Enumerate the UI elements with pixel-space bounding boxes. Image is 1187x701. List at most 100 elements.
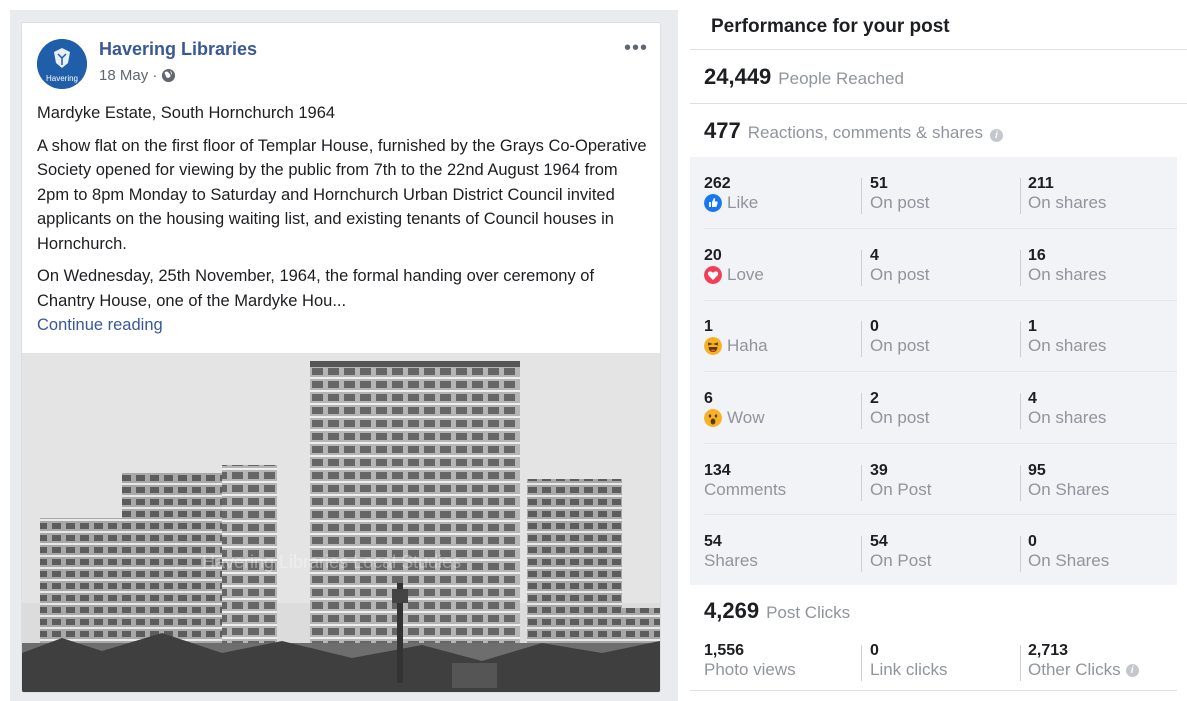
comments-on-post: 39 On Post — [870, 462, 931, 500]
divider — [861, 393, 862, 429]
divider — [690, 690, 1177, 691]
divider — [861, 536, 862, 572]
post-card: Havering Havering Libraries 18 May · •••… — [21, 22, 661, 693]
wow-label-row: Wow — [704, 408, 764, 428]
shares-on-shares-value: 0 — [1028, 533, 1037, 550]
post-clicks-summary: 4,269 Post Clicks — [704, 598, 850, 624]
love-on-shares-label: On shares — [1028, 265, 1107, 284]
like-count: 262 — [704, 175, 731, 192]
love-on-shares-value: 16 — [1028, 247, 1046, 264]
info-icon[interactable]: i — [989, 129, 1003, 142]
post-clicks-label: Post Clicks — [766, 603, 851, 622]
row-divider — [704, 443, 1177, 444]
like-icon — [704, 194, 722, 212]
love-label: Love — [727, 265, 764, 284]
photo-views-value: 1,556 — [704, 642, 745, 659]
haha-label: Haha — [727, 336, 768, 355]
globe-icon[interactable] — [161, 68, 176, 83]
info-icon[interactable]: i — [1125, 663, 1139, 677]
photo-watermark: Havering Libraries Local Studies — [202, 552, 461, 572]
love-on-shares: 16 On shares — [1028, 247, 1106, 285]
haha-on-shares: 1 On shares — [1028, 318, 1106, 356]
like-on-shares-label: On shares — [1028, 193, 1107, 212]
shares-on-post-value: 54 — [870, 533, 888, 550]
divider — [1020, 321, 1021, 357]
shares-count: 54 — [704, 533, 722, 550]
comments-on-shares-label: On Shares — [1028, 480, 1110, 499]
wow-on-shares-value: 4 — [1028, 390, 1037, 407]
avatar-text: Havering — [46, 74, 78, 83]
post-photo[interactable]: Havering Libraries Local Studies — [22, 353, 660, 692]
haha-icon — [704, 337, 722, 355]
havering-logo-icon: Havering — [37, 39, 87, 89]
love-icon — [704, 266, 722, 284]
divider — [1020, 393, 1021, 429]
other-clicks-value: 2,713 — [1028, 642, 1069, 659]
comments-on-post-label: On Post — [870, 480, 932, 499]
photo-views: 1,556 Photo views — [704, 642, 796, 680]
shares-on-shares: 0 On Shares — [1028, 533, 1109, 571]
people-reached: 24,449 People Reached — [704, 64, 904, 90]
divider — [690, 103, 1187, 104]
comments-count: 134 — [704, 462, 731, 479]
like-on-post-value: 51 — [870, 175, 888, 192]
haha-on-shares-value: 1 — [1028, 318, 1037, 335]
shares-label: Shares — [704, 551, 758, 570]
comments-on-shares-value: 95 — [1028, 462, 1046, 479]
reaction-total-haha: 1 Haha — [704, 318, 768, 356]
post-date[interactable]: 18 May · — [99, 67, 157, 84]
post-paragraph-2: On Wednesday, 25th November, 1964, the f… — [37, 264, 647, 313]
post-paragraph-2-text: On Wednesday, 25th November, 1964, the f… — [37, 267, 595, 310]
more-options-button[interactable]: ••• — [624, 37, 648, 60]
link-clicks-label: Link clicks — [870, 660, 948, 679]
performance-title: Performance for your post — [711, 16, 950, 37]
like-label: Like — [727, 193, 759, 212]
other-clicks: 2,713 Other Clicks i — [1028, 642, 1139, 680]
page-name-link[interactable]: Havering Libraries — [99, 39, 257, 60]
shares-on-shares-label: On Shares — [1028, 551, 1110, 570]
wow-on-post: 2 On post — [870, 390, 930, 428]
haha-label-row: Haha — [704, 336, 768, 356]
wow-icon — [704, 409, 722, 427]
post-meta: 18 May · — [99, 67, 176, 84]
reaction-total-love: 20 Love — [704, 247, 764, 285]
link-clicks-value: 0 — [870, 642, 879, 659]
love-on-post: 4 On post — [870, 247, 930, 285]
post-title-line: Mardyke Estate, South Hornchurch 1964 — [37, 104, 336, 122]
divider — [861, 178, 862, 214]
tower-blocks-photo: Havering Libraries Local Studies — [22, 353, 660, 692]
divider — [1020, 536, 1021, 572]
wow-on-post-label: On post — [870, 408, 930, 427]
like-label-row: Like — [704, 193, 758, 213]
haha-on-post: 0 On post — [870, 318, 930, 356]
comments-on-post-value: 39 — [870, 462, 888, 479]
row-divider — [704, 371, 1177, 372]
wow-count: 6 — [704, 390, 713, 407]
wow-on-shares-label: On shares — [1028, 408, 1107, 427]
link-clicks: 0 Link clicks — [870, 642, 947, 680]
love-on-post-value: 4 — [870, 247, 879, 264]
shares-on-post: 54 On Post — [870, 533, 931, 571]
photo-views-label: Photo views — [704, 660, 796, 679]
divider — [1020, 465, 1021, 501]
wow-label: Wow — [727, 408, 765, 427]
wow-on-post-value: 2 — [870, 390, 879, 407]
continue-reading-link[interactable]: Continue reading — [37, 313, 647, 338]
performance-panel: Performance for your post 24,449 People … — [690, 0, 1187, 701]
row-divider — [704, 228, 1177, 229]
wow-on-shares: 4 On shares — [1028, 390, 1106, 428]
like-on-shares: 211 On shares — [1028, 175, 1106, 213]
divider — [861, 645, 862, 681]
post-text: Mardyke Estate, South Hornchurch 1964 A … — [37, 101, 647, 338]
like-on-post: 51 On post — [870, 175, 930, 213]
divider — [1020, 645, 1021, 681]
people-reached-value: 24,449 — [704, 64, 772, 89]
like-on-shares-value: 211 — [1028, 175, 1054, 192]
page-avatar[interactable]: Havering — [37, 39, 87, 89]
shares-on-post-label: On Post — [870, 551, 932, 570]
shares-total: 54 Shares — [704, 533, 758, 571]
row-divider — [704, 300, 1177, 301]
comments-total: 134 Comments — [704, 462, 786, 500]
haha-count: 1 — [704, 318, 713, 335]
reaction-total-wow: 6 Wow — [704, 390, 764, 428]
